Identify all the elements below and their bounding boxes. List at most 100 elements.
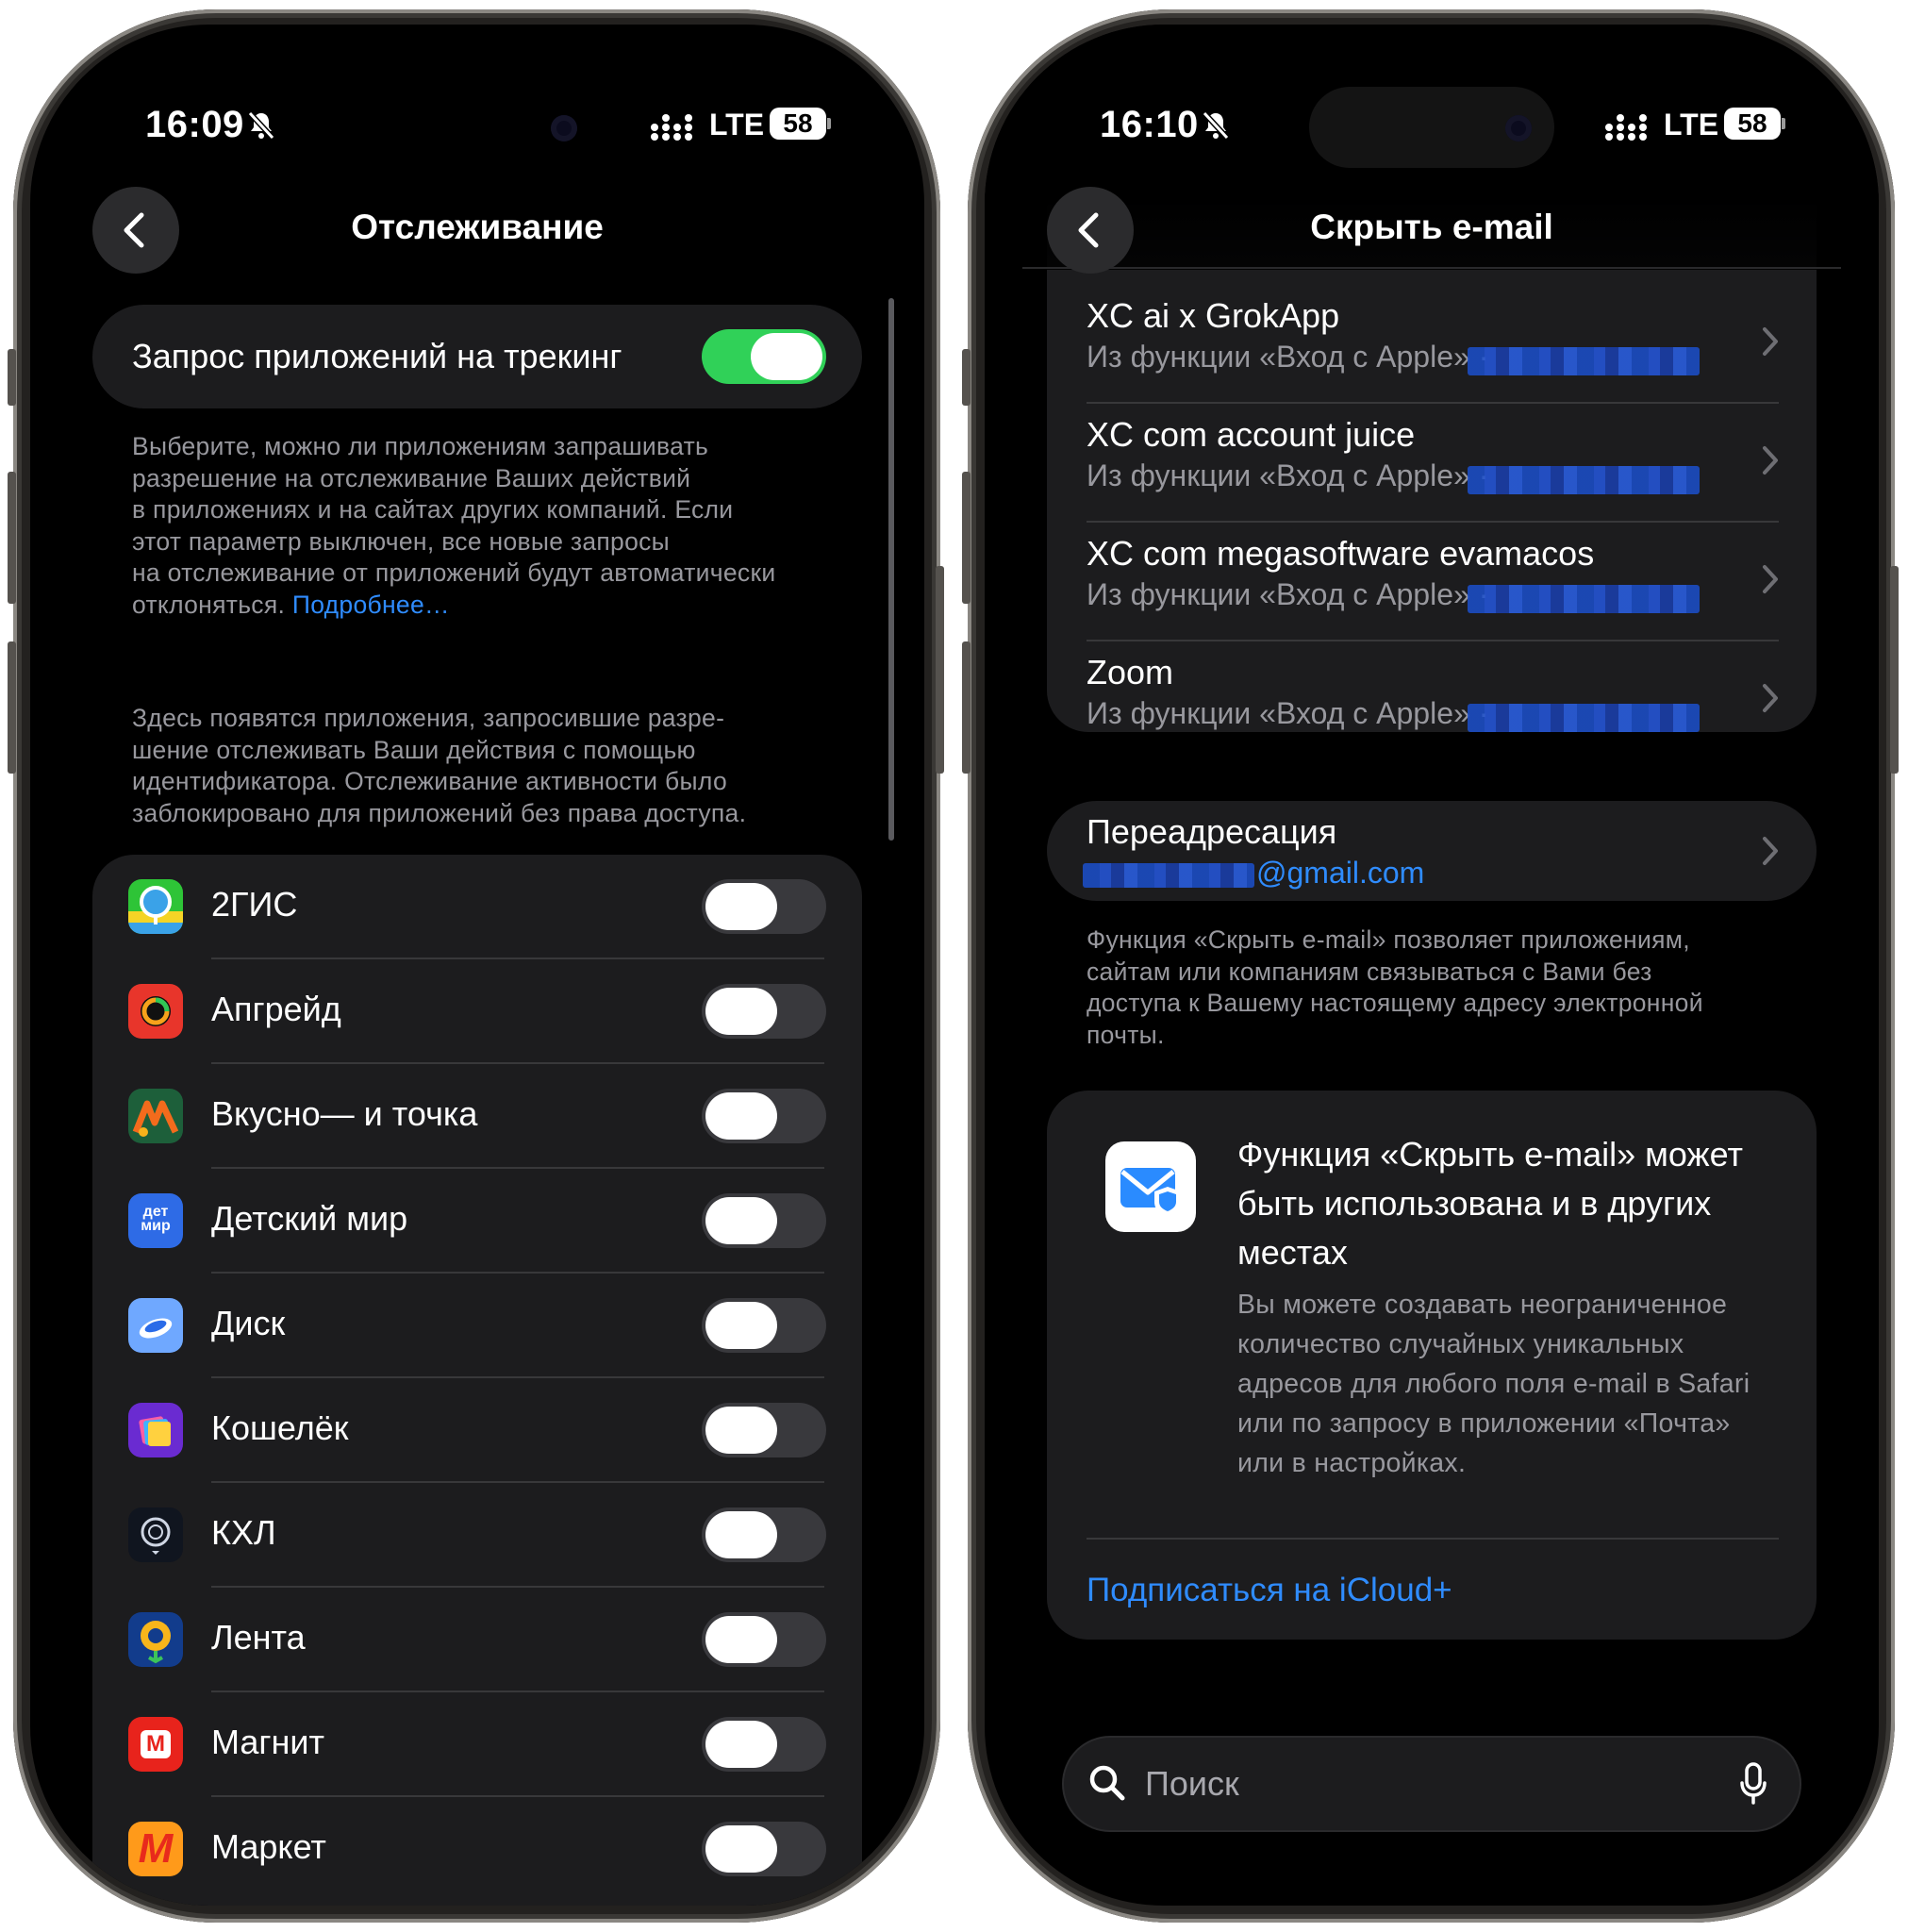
search-icon [1089,1765,1125,1801]
toggle-knob [705,1302,777,1349]
app-tracking-toggle[interactable] [702,1717,826,1772]
detmir-icon-text: дет мир [141,1204,171,1234]
tracking-request-cell: Запрос приложений на трекинг [92,305,862,408]
list-item[interactable]: XC ai x GrokApp Из функции «Вход с Apple… [1047,285,1817,404]
apps-description: Здесь появятся приложения, запросившие р… [132,703,746,829]
bell-slash-icon [1202,110,1230,141]
promo-title-line: местах [1237,1233,1348,1272]
app-tracking-toggle[interactable] [702,1403,826,1457]
list-item: Диск [92,1274,862,1378]
list-item: Вкусно— и точка [92,1064,862,1169]
description-text: отклоняться. [132,590,286,619]
forwarding-cell[interactable]: Переадресация @gmail.com [1047,801,1817,901]
learn-more-link[interactable]: Подробнее… [292,591,450,619]
chevron-right-icon [1763,684,1778,712]
app-name: Детский мир [211,1199,408,1238]
list-item: Апгрейд [92,959,862,1064]
address-source: Из функции «Вход с Apple» · [1087,340,1489,374]
description-line: в приложениях и на сайтах других компани… [132,495,734,524]
magnit-icon: М [128,1717,183,1772]
page-title: Скрыть e-mail [1310,208,1553,246]
app-tracking-toggle[interactable] [702,1822,826,1876]
address-title: XC com megasoftware evamacos [1087,534,1595,573]
toggle-knob [705,1616,777,1663]
app-name: Вкусно— и точка [211,1094,478,1133]
address-source: Из функции «Вход с Apple» · [1087,577,1489,611]
vkusno-icon [128,1089,183,1143]
disk-icon [128,1298,183,1353]
app-tracking-toggle[interactable] [702,1612,826,1667]
list-item: КХЛ [92,1483,862,1588]
app-tracking-toggle[interactable] [702,1298,826,1353]
description-line: Функция «Скрыть e-mail» позволяет прилож… [1087,925,1690,954]
scrollbar[interactable] [888,298,894,841]
description-line: заблокировано для приложений без права д… [132,798,747,827]
app-tracking-toggle[interactable] [702,984,826,1039]
network-type: LTE [1664,108,1719,142]
redacted-email [1468,466,1700,494]
wallet-icon [128,1403,183,1457]
app-name: КХЛ [211,1513,276,1552]
redacted-email [1083,863,1254,888]
app-name: Лента [211,1618,306,1657]
volume-down-button [8,641,16,774]
promo-title-line: Функция «Скрыть e-mail» может [1237,1135,1743,1174]
app-tracking-toggle[interactable] [702,879,826,934]
volume-down-button [962,641,971,774]
icloud-promo-card: Функция «Скрыть e-mail» может быть испол… [1047,1091,1817,1640]
description-line: сайтам или компаниям связываться с Вами … [1087,957,1652,986]
apps-list: 2ГИС Апгрейд Вкусно— и точка дет мир Дет… [92,855,862,1906]
description-line: почты. [1087,1020,1165,1049]
tracking-request-toggle[interactable] [702,329,826,384]
search-placeholder: Поиск [1145,1764,1239,1803]
address-title: Zoom [1087,653,1174,691]
side-button [1890,566,1899,774]
address-title: XC ai x GrokApp [1087,296,1340,335]
tracking-request-label: Запрос приложений на трекинг [132,337,622,375]
app-tracking-toggle[interactable] [702,1193,826,1248]
magnit-icon-text: М [141,1730,171,1758]
chevron-right-icon [1763,327,1778,356]
list-item: Кошелёк [92,1378,862,1483]
toggle-knob [705,988,777,1035]
promo-body-line: или в настройках. [1237,1448,1467,1478]
battery-indicator: 58 [770,108,826,140]
description-line: шение отслеживать Ваши действия с помощь… [132,735,696,764]
description-line: на отслеживание от приложений будут авто… [132,558,776,587]
app-tracking-toggle[interactable] [702,1089,826,1143]
forwarding-title: Переадресация [1087,812,1337,851]
side-button [936,566,944,774]
subscribe-icloud-link[interactable]: Подписаться на iCloud+ [1087,1572,1452,1609]
promo-body: Вы можете создавать неограниченное колич… [1237,1285,1750,1483]
list-item[interactable]: XC com megasoftware evamacos Из функции … [1047,523,1817,641]
detmir-icon: дет мир [128,1193,183,1248]
microphone-icon[interactable] [1739,1762,1767,1806]
toggle-knob [705,883,777,930]
list-item[interactable]: Zoom Из функции «Вход с Apple» · [1047,641,1817,732]
chevron-right-icon [1763,446,1778,475]
description-line: Здесь появятся приложения, запросившие р… [132,704,725,732]
toggle-knob [751,333,822,380]
promo-body-line: или по запросу в приложении «Почта» [1237,1408,1731,1439]
network-type: LTE [709,108,765,142]
cell-signal-icon [1605,114,1647,141]
app-tracking-toggle[interactable] [702,1507,826,1562]
market-icon: М [128,1822,183,1876]
search-bar[interactable]: Поиск [1064,1738,1800,1830]
forwarding-email: @gmail.com [1256,856,1425,890]
battery-tip [827,118,831,129]
description-line: Выберите, можно ли приложениям запрашива… [132,432,709,460]
description-line: разрешение на отслеживание Ваших действи… [132,463,691,492]
volume-up-button [8,472,16,604]
hide-my-email-app-icon [1105,1141,1196,1232]
app-name: Диск [211,1304,286,1342]
description-line: доступа к Вашему настоящему адресу элект… [1087,989,1703,1017]
mute-switch [962,349,971,406]
address-source: Из функции «Вход с Apple» · [1087,696,1489,730]
khl-icon [128,1507,183,1562]
app-name: 2ГИС [211,885,298,924]
app-name: Кошелёк [211,1408,349,1447]
upgrade-ring-icon [128,984,183,1039]
list-item[interactable]: XC com account juice Из функции «Вход с … [1047,404,1817,523]
promo-body-line: Вы можете создавать неограниченное [1237,1290,1728,1320]
